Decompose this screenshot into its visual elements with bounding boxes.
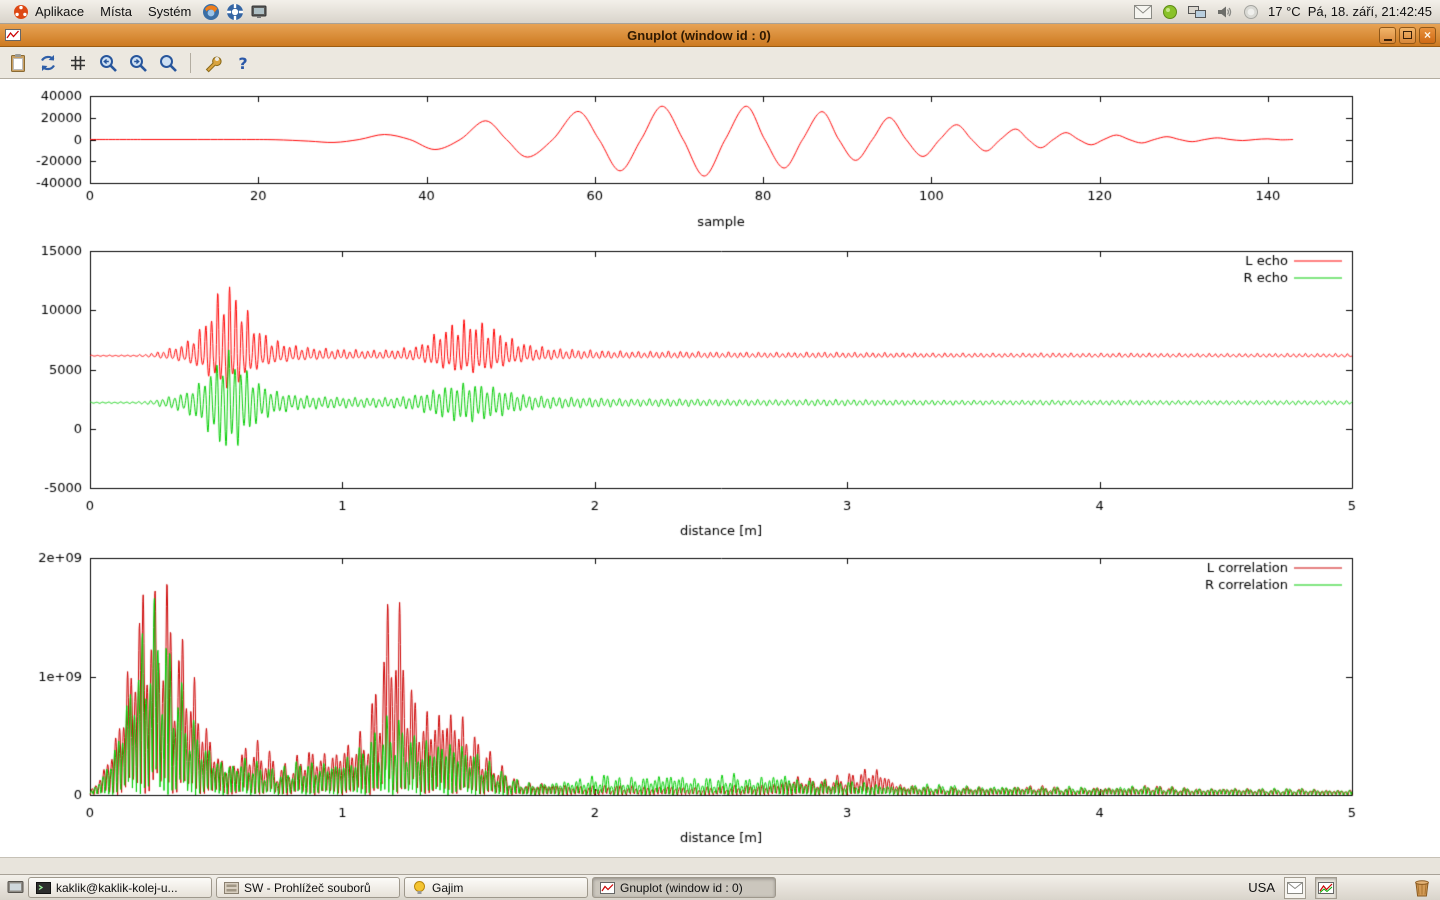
toolbar-separator <box>190 53 191 73</box>
gnuplot-icon <box>599 880 615 896</box>
taskbar-item-terminal[interactable]: kaklik@kaklik-kolej-u... <box>28 877 212 898</box>
taskbar-item-file-manager[interactable]: SW - Prohlížeč souborů <box>216 877 400 898</box>
menu-applications-label: Aplikace <box>35 4 84 19</box>
menu-system[interactable]: Systém <box>140 0 199 23</box>
file-manager-icon <box>223 880 239 896</box>
replot-button[interactable] <box>36 51 60 75</box>
zoom-previous-button[interactable] <box>96 51 120 75</box>
minimize-icon <box>1384 39 1392 41</box>
taskbar-item-gnuplot[interactable]: Gnuplot (window id : 0) <box>592 877 776 898</box>
maximize-button[interactable] <box>1399 27 1416 44</box>
bottom-panel: kaklik@kaklik-kolej-u... SW - Prohlížeč … <box>0 874 1440 900</box>
weather-icon[interactable] <box>1241 2 1261 22</box>
window-title: Gnuplot (window id : 0) <box>22 28 1376 43</box>
menu-system-label: Systém <box>148 4 191 19</box>
toggle-grid-button[interactable] <box>66 51 90 75</box>
taskbar-item-gajim[interactable]: Gajim <box>404 877 588 898</box>
network-monitor-icon[interactable] <box>1187 2 1207 22</box>
taskbar-item-label: Gajim <box>432 881 463 895</box>
taskbar-item-label: Gnuplot (window id : 0) <box>620 881 743 895</box>
copy-plot-button[interactable] <box>6 51 30 75</box>
svg-text:?: ? <box>238 54 247 73</box>
menu-applications[interactable]: Aplikace <box>4 0 92 23</box>
bottom-panel-tray: USA <box>1248 876 1436 900</box>
gnuplot-window-icon <box>4 26 22 44</box>
volume-icon[interactable] <box>1214 2 1234 22</box>
monitor-launcher-icon[interactable] <box>247 1 271 23</box>
top-panel: Aplikace Místa Systém <box>0 0 1440 24</box>
keyboard-layout-indicator[interactable]: USA <box>1248 880 1275 895</box>
window-bottom-border <box>0 857 1440 874</box>
trash-icon[interactable] <box>1410 876 1434 900</box>
chart-tray-icon[interactable] <box>1315 877 1337 899</box>
help-button[interactable]: ? <box>231 51 255 75</box>
maximize-icon <box>1403 31 1412 39</box>
minimize-button[interactable] <box>1379 27 1396 44</box>
desktop: Aplikace Místa Systém <box>0 0 1440 900</box>
firefox-launcher-icon[interactable] <box>199 1 223 23</box>
mail-tray-icon[interactable] <box>1284 877 1306 899</box>
gajim-status-icon[interactable] <box>1160 2 1180 22</box>
taskbar-item-label: kaklik@kaklik-kolej-u... <box>56 881 178 895</box>
ubuntu-logo-icon <box>12 3 30 21</box>
zoom-next-button[interactable] <box>126 51 150 75</box>
help-launcher-icon[interactable] <box>223 1 247 23</box>
show-desktop-icon[interactable] <box>4 877 28 899</box>
close-button[interactable]: × <box>1419 27 1436 44</box>
menu-places-label: Místa <box>100 4 132 19</box>
taskbar-item-label: SW - Prohlížeč souborů <box>244 881 371 895</box>
terminal-icon <box>35 880 51 896</box>
panel-menus: Aplikace Místa Systém <box>4 0 271 23</box>
gnuplot-plot-area <box>0 79 1440 857</box>
gnuplot-plots-canvas <box>0 79 1440 857</box>
gajim-icon <box>411 880 427 896</box>
window-titlebar[interactable]: Gnuplot (window id : 0) × <box>0 24 1440 47</box>
menu-places[interactable]: Místa <box>92 0 140 23</box>
mail-notification-icon[interactable] <box>1133 2 1153 22</box>
configure-button[interactable] <box>201 51 225 75</box>
system-tray: 17 °C Pá, 18. září, 21:42:45 <box>1133 0 1436 23</box>
temperature-label[interactable]: 17 °C <box>1268 4 1301 19</box>
clock[interactable]: Pá, 18. září, 21:42:45 <box>1308 4 1432 19</box>
zoom-default-button[interactable] <box>156 51 180 75</box>
gnuplot-toolbar: ? <box>0 47 1440 79</box>
